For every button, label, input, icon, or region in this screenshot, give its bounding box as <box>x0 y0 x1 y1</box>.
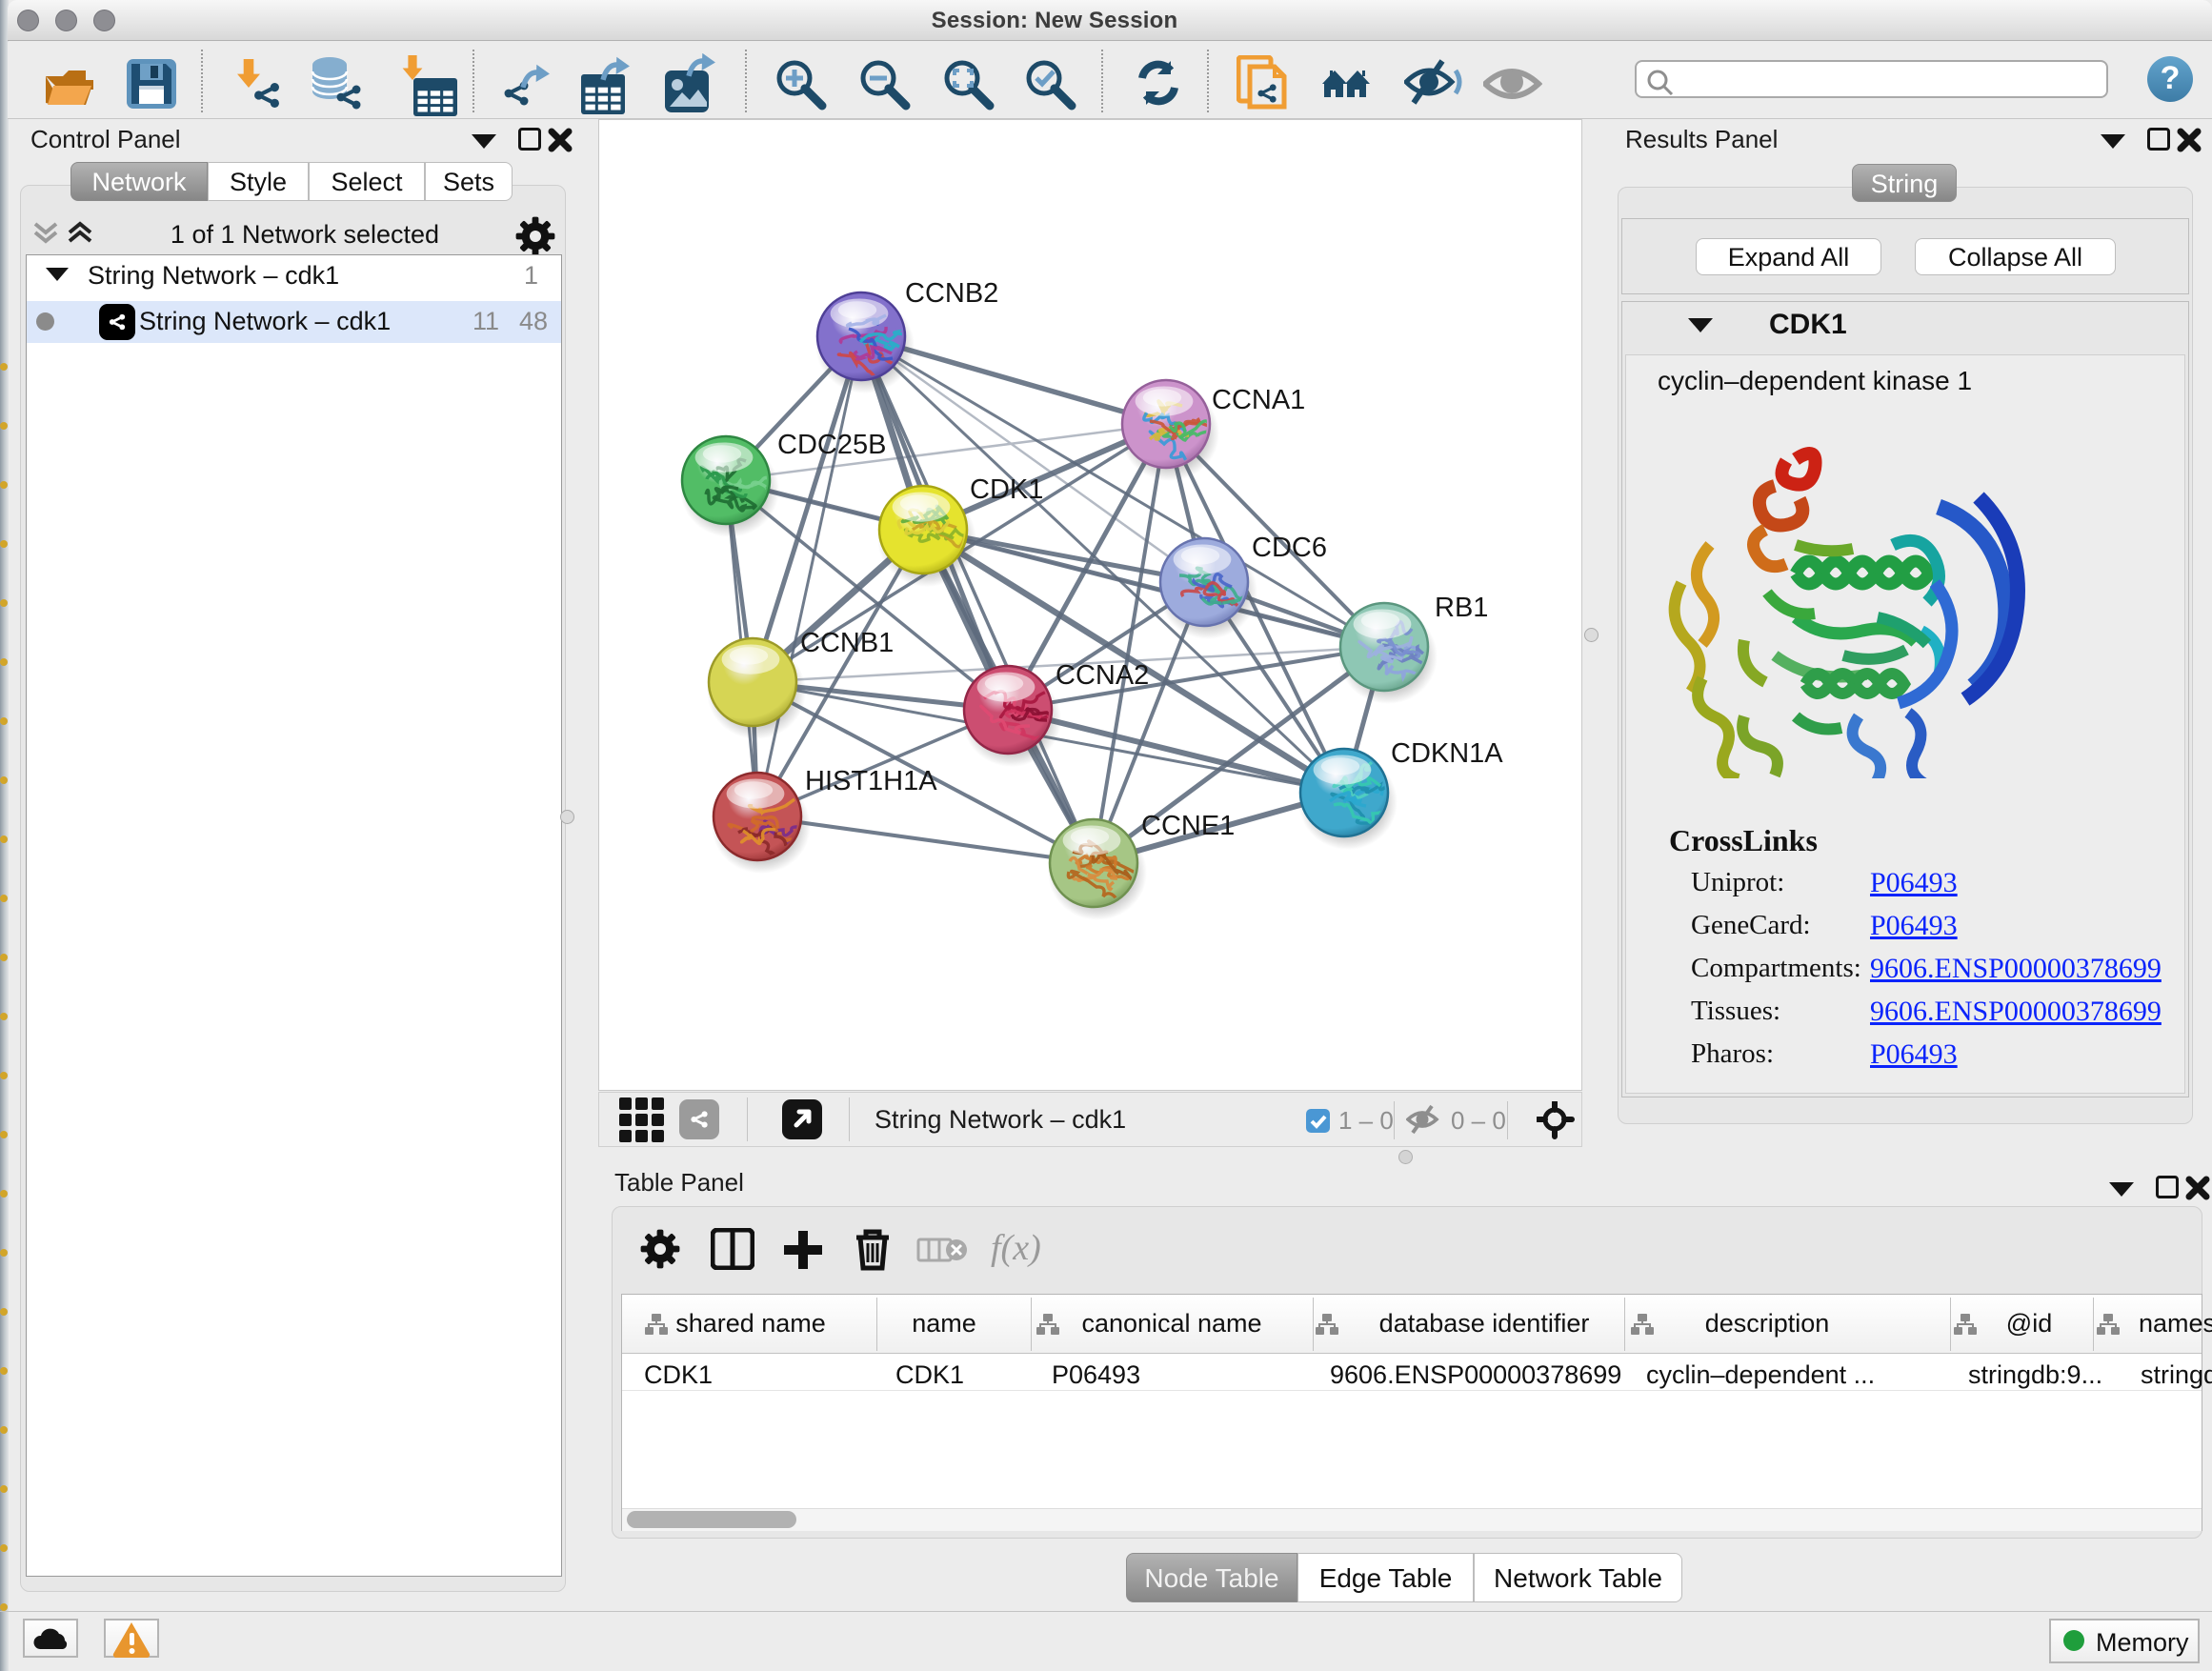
svg-text:CCNA1: CCNA1 <box>1212 385 1305 415</box>
svg-text:CDK1: CDK1 <box>970 474 1043 505</box>
svg-text:CCNB1: CCNB1 <box>800 628 894 658</box>
svg-text:RB1: RB1 <box>1435 593 1488 623</box>
svg-text:CCNB2: CCNB2 <box>905 278 998 309</box>
svg-text:CDKN1A: CDKN1A <box>1391 738 1503 769</box>
svg-text:HIST1H1A: HIST1H1A <box>805 766 937 796</box>
svg-text:CDC6: CDC6 <box>1252 533 1327 563</box>
svg-text:CCNE1: CCNE1 <box>1141 811 1235 841</box>
svg-text:CCNA2: CCNA2 <box>1056 660 1149 691</box>
svg-text:CDC25B: CDC25B <box>777 430 886 460</box>
